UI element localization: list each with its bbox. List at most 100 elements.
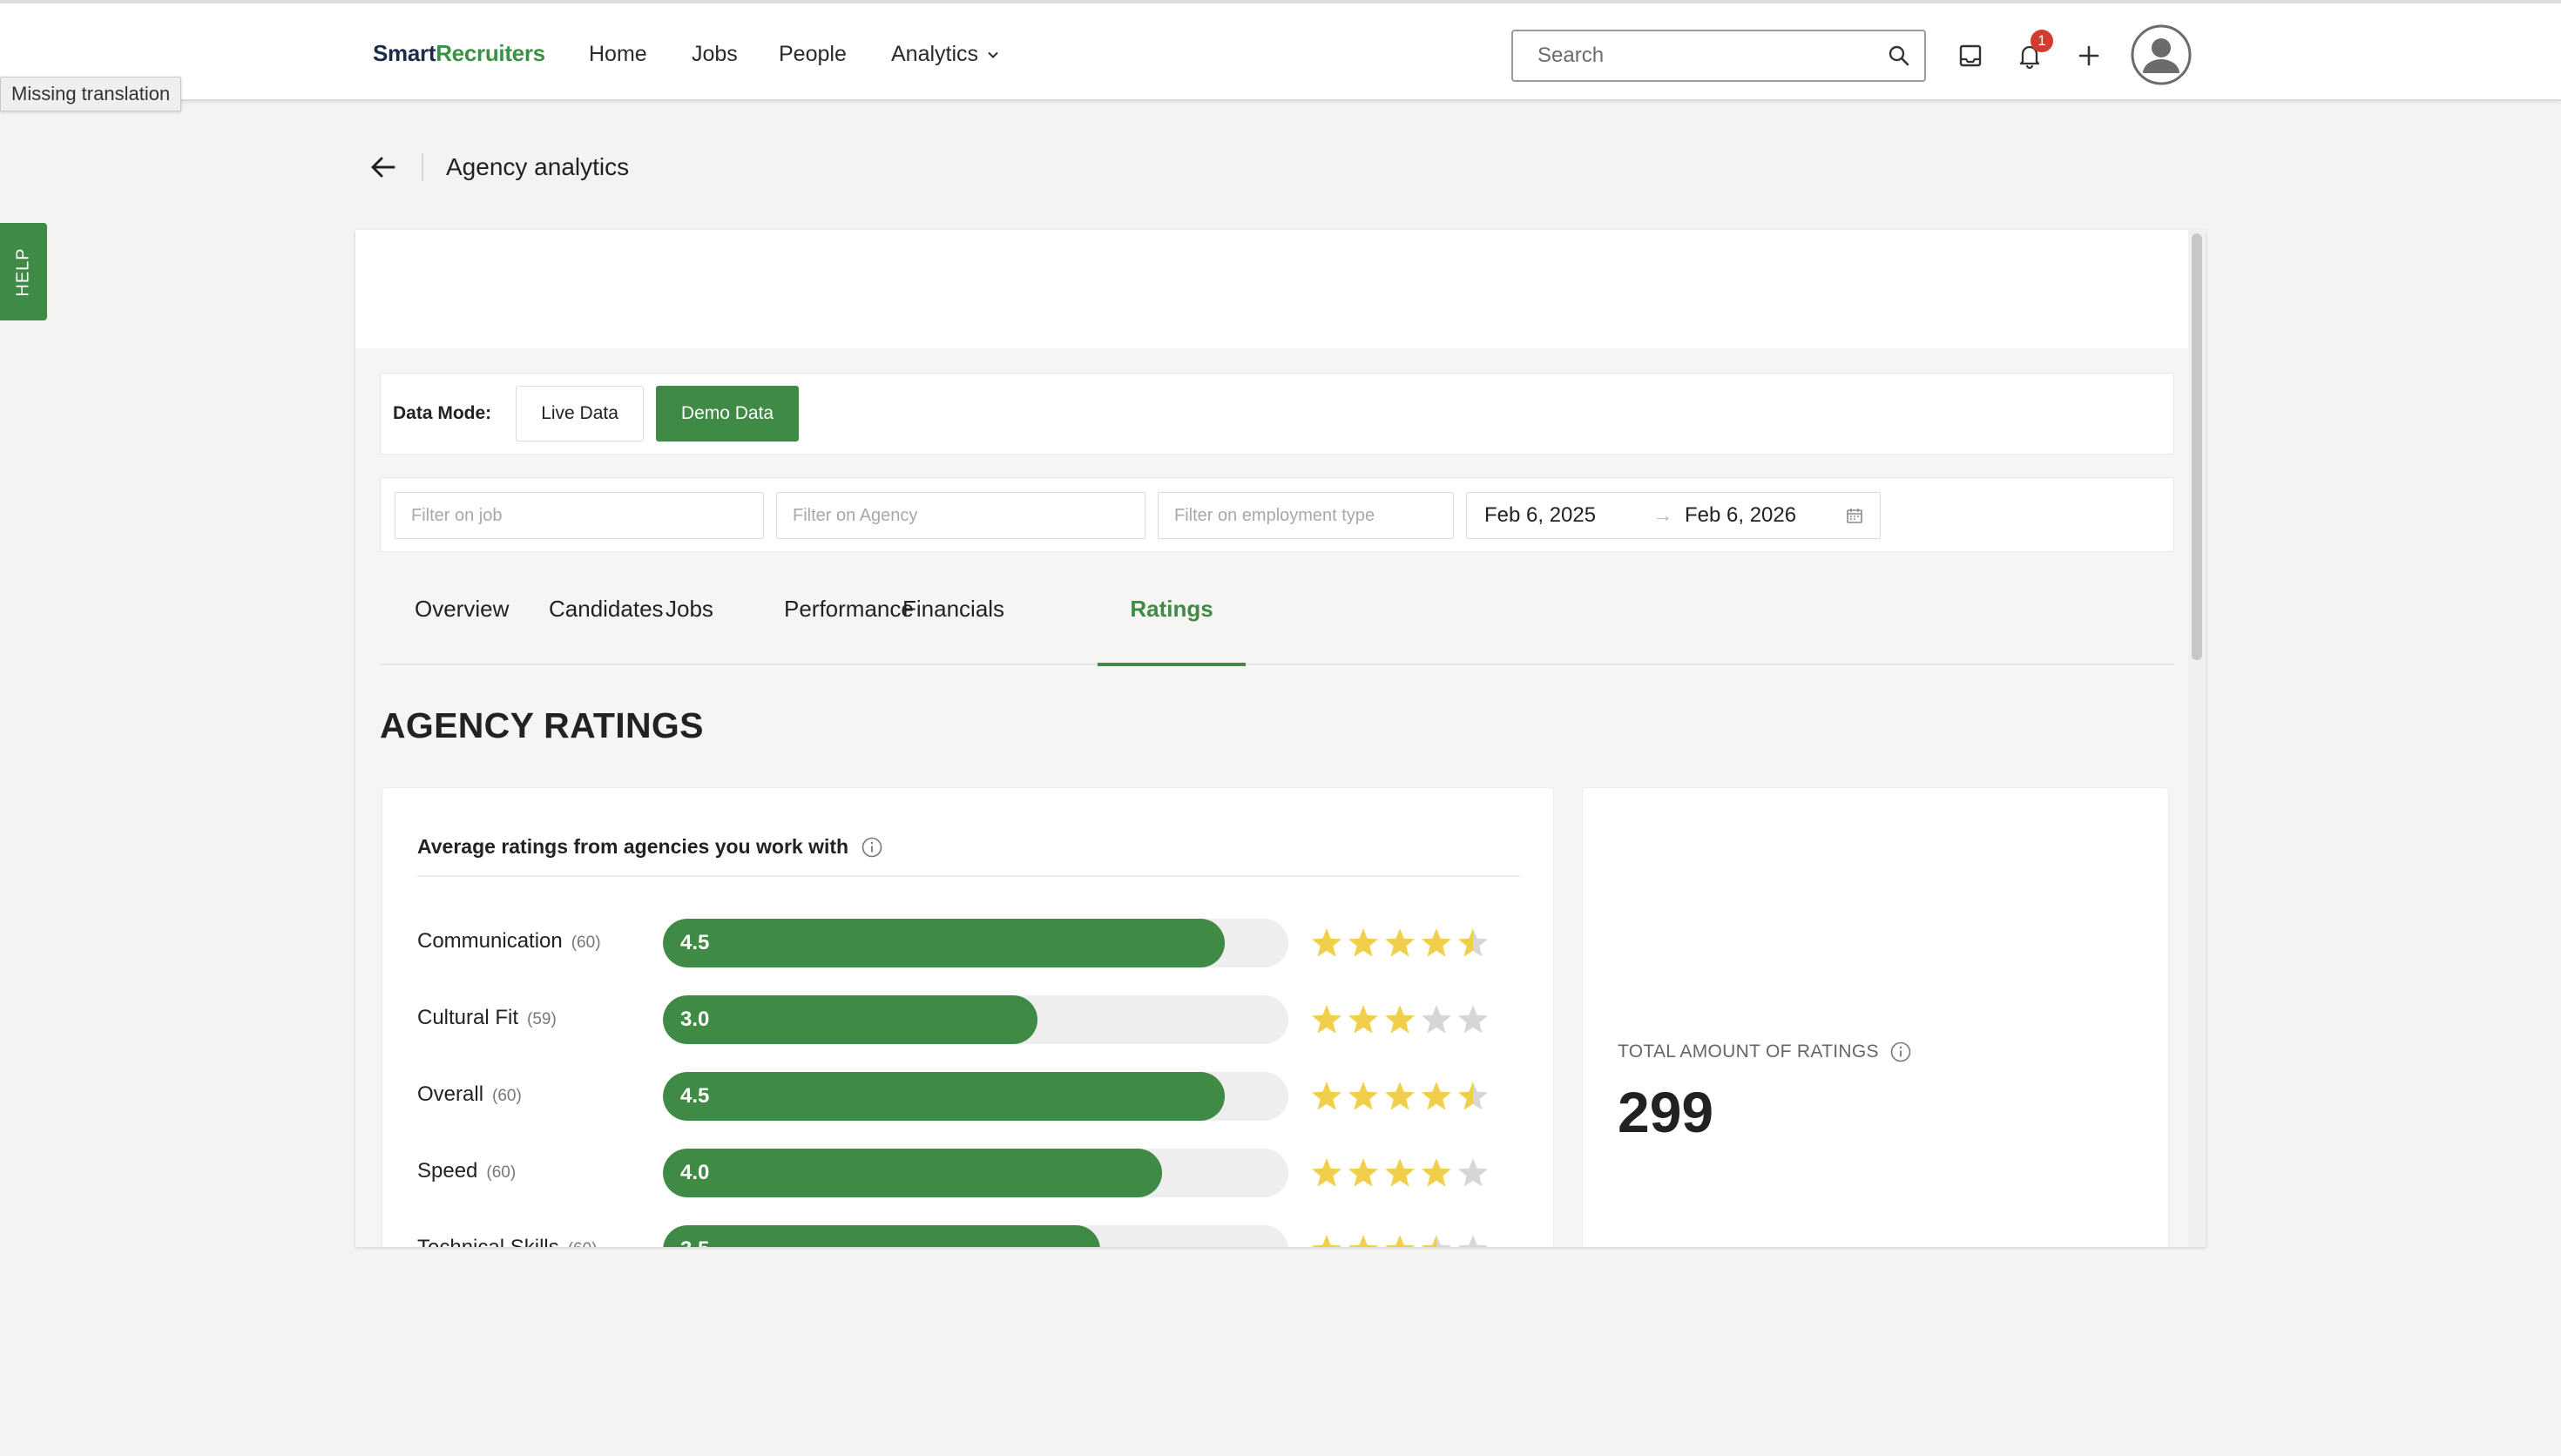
rating-bar-fill: 4.0: [663, 1149, 1162, 1197]
tab-candidates[interactable]: Candidates: [549, 596, 664, 665]
tab-ratings[interactable]: Ratings: [1098, 596, 1246, 666]
page-title: Agency analytics: [446, 153, 630, 180]
rating-bar-fill: 3.0: [663, 995, 1037, 1044]
tab-financials[interactable]: Financials: [902, 596, 1004, 665]
logo-text-recruiters: Recruiters: [436, 40, 545, 66]
info-icon[interactable]: [861, 836, 883, 859]
tab-performance[interactable]: Performance: [784, 596, 914, 665]
total-ratings-card: TOTAL AMOUNT OF RATINGS 299: [1582, 787, 2169, 1247]
rating-row: Cultural Fit (59) 3.0: [417, 995, 1524, 1044]
plus-icon[interactable]: [2071, 38, 2106, 73]
tab-jobs[interactable]: Jobs: [666, 596, 713, 665]
star-icon: [1422, 1235, 1451, 1247]
star-icon: [1422, 1005, 1451, 1034]
star-icon: [1348, 1235, 1378, 1247]
star-icon: [1458, 928, 1488, 957]
rating-bar-fill: 3.5: [663, 1225, 1100, 1247]
card-divider: [417, 875, 1520, 877]
rating-stars: [1309, 1079, 1490, 1114]
top-navigation-bar: SmartRecruiters Home Jobs People Analyti…: [0, 0, 2561, 101]
star-icon: [1312, 1158, 1341, 1187]
rating-category-name: Overall: [417, 1082, 484, 1106]
demo-data-button[interactable]: Demo Data: [655, 386, 800, 442]
calendar-icon[interactable]: [1845, 506, 1864, 525]
date-range-picker[interactable]: Feb 6, 2025 → Feb 6, 2026: [1466, 492, 1881, 539]
star-icon: [1312, 1005, 1341, 1034]
analytics-tabs: Overview Candidates Jobs Performance Fin…: [380, 596, 2174, 666]
star-icon: [1348, 928, 1378, 957]
search-input[interactable]: [1537, 44, 1888, 68]
rating-stars: [1309, 1156, 1490, 1190]
filter-agency-input[interactable]: [776, 492, 1145, 539]
data-mode-label: Data Mode:: [393, 403, 492, 423]
help-tab[interactable]: HELP: [0, 223, 47, 320]
rating-bar-track: 3.0: [663, 995, 1288, 1044]
live-data-button[interactable]: Live Data: [516, 386, 644, 442]
date-range-arrow-icon: →: [1653, 504, 1672, 526]
star-icon: [1458, 1158, 1488, 1187]
star-icon: [1422, 928, 1451, 957]
panel-header-area: [355, 230, 2188, 348]
filter-employment-type-input[interactable]: [1158, 492, 1454, 539]
nav-people[interactable]: People: [779, 42, 847, 67]
nav-analytics[interactable]: Analytics: [891, 42, 999, 67]
nav-analytics-label: Analytics: [891, 42, 979, 66]
total-ratings-value: 299: [1618, 1080, 1714, 1144]
ratings-card-heading: Average ratings from agencies you work w…: [417, 835, 883, 859]
star-icon: [1385, 1158, 1415, 1187]
scrollbar-thumb[interactable]: [2192, 233, 2202, 660]
nav-home[interactable]: Home: [589, 42, 647, 67]
logo-text-smart: Smart: [373, 40, 436, 66]
star-icon: [1422, 1082, 1451, 1110]
analytics-panel: Data Mode: Live Data Demo Data Feb 6, 20…: [355, 230, 2206, 1247]
star-icon: [1312, 928, 1341, 957]
star-icon: [1312, 1082, 1341, 1110]
rating-label: Communication (60): [417, 929, 601, 954]
avatar[interactable]: [2131, 24, 2192, 85]
star-icon: [1312, 1235, 1341, 1247]
rating-stars: [1309, 926, 1490, 961]
rating-stars: [1309, 1232, 1490, 1247]
nav-jobs[interactable]: Jobs: [692, 42, 738, 67]
info-icon[interactable]: [1889, 1041, 1912, 1063]
rating-count: (60): [568, 1240, 598, 1247]
rating-category-name: Cultural Fit: [417, 1006, 519, 1029]
rating-bar-track: 4.0: [663, 1149, 1288, 1197]
section-title: AGENCY RATINGS: [380, 705, 704, 745]
rating-bar-fill: 4.5: [663, 919, 1225, 967]
star-icon: [1385, 1082, 1415, 1110]
rating-bar-track: 3.5: [663, 1225, 1288, 1247]
rating-row: Overall (60) 4.5: [417, 1072, 1524, 1121]
rating-row: Technical Skills (60) 3.5: [417, 1225, 1524, 1247]
star-icon: [1385, 928, 1415, 957]
star-icon: [1458, 1005, 1488, 1034]
rating-bar-track: 4.5: [663, 1072, 1288, 1121]
search-box[interactable]: [1511, 30, 1926, 82]
star-icon: [1385, 1235, 1415, 1247]
tab-overview[interactable]: Overview: [415, 596, 509, 665]
date-end[interactable]: Feb 6, 2026: [1685, 503, 1796, 528]
rating-label: Speed (60): [417, 1159, 516, 1183]
rating-label: Cultural Fit (59): [417, 1006, 557, 1030]
filter-job-input[interactable]: [395, 492, 764, 539]
rating-bar-track: 4.5: [663, 919, 1288, 967]
inbox-icon[interactable]: [1953, 38, 1988, 73]
date-start[interactable]: Feb 6, 2025: [1484, 503, 1596, 528]
rating-category-name: Communication: [417, 929, 563, 953]
search-icon[interactable]: [1888, 44, 1910, 67]
rating-label: Overall (60): [417, 1082, 522, 1107]
rating-row: Communication (60) 4.5: [417, 919, 1524, 967]
back-arrow-icon[interactable]: [368, 153, 399, 181]
filter-bar: Feb 6, 2025 → Feb 6, 2026: [380, 477, 2174, 552]
chevron-down-icon: [988, 51, 998, 58]
rating-stars: [1309, 1002, 1490, 1037]
star-icon: [1458, 1082, 1488, 1110]
star-icon: [1385, 1005, 1415, 1034]
star-icon: [1348, 1158, 1378, 1187]
star-icon: [1348, 1005, 1378, 1034]
rating-row: Speed (60) 4.0: [417, 1149, 1524, 1197]
rating-label: Technical Skills (60): [417, 1236, 598, 1247]
notification-badge: 1: [2031, 30, 2053, 52]
smartrecruiters-logo[interactable]: SmartRecruiters: [373, 40, 545, 67]
scrollbar[interactable]: [2188, 230, 2206, 1247]
